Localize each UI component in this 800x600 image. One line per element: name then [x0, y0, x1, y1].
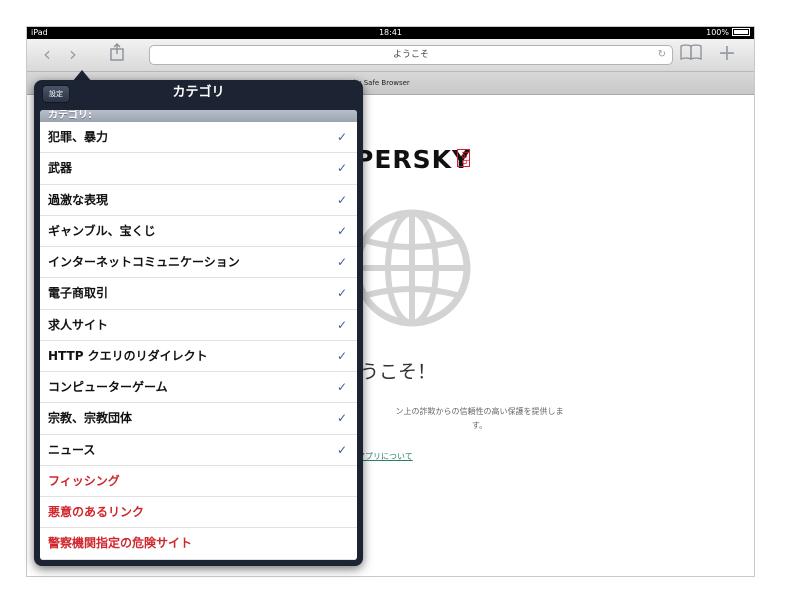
- checkmark-icon: ✓: [336, 223, 347, 238]
- category-row[interactable]: コンピューターゲーム ✓: [40, 372, 357, 404]
- checkmark-icon: ✓: [336, 442, 347, 457]
- bookmarks-icon-svg: [680, 44, 702, 60]
- globe-icon: [353, 209, 471, 327]
- share-icon-svg: [110, 43, 124, 61]
- category-label: インターネットコミュニケーション: [48, 255, 240, 269]
- back-icon[interactable]: ‹: [37, 43, 57, 65]
- checkmark-icon: ✓: [336, 317, 347, 332]
- welcome-description: ン上の詐欺からの信頼性の高い保護を提供しま す。: [357, 405, 602, 433]
- checkmark-icon: ✓: [336, 255, 347, 269]
- category-row[interactable]: HTTP クエリのリダイレクト ✓: [40, 341, 357, 372]
- description-line-1: ン上の詐欺からの信頼性の高い保護を提供しま: [395, 407, 564, 416]
- checkmark-icon: ✓: [336, 411, 347, 426]
- category-label: ギャンブル、宝くじ: [48, 223, 156, 238]
- battery-status: 100%: [706, 27, 750, 39]
- share-icon[interactable]: [107, 43, 127, 65]
- checkmark-icon: ✓: [336, 286, 347, 301]
- welcome-heading: うこそ！: [360, 361, 437, 383]
- checkmark-icon: ✓: [336, 192, 347, 207]
- url-text: ようこそ: [392, 50, 429, 60]
- category-row[interactable]: 求人サイト ✓: [40, 310, 357, 341]
- category-label: コンピューターゲーム: [48, 380, 168, 394]
- category-label: 武器: [48, 161, 73, 176]
- checkmark-icon: ✓: [336, 161, 347, 176]
- category-label: HTTP クエリのリダイレクト: [48, 348, 208, 363]
- category-row[interactable]: 武器 ✓: [40, 153, 357, 185]
- url-bar[interactable]: ようこそ ↻: [149, 45, 673, 65]
- category-row[interactable]: インターネットコミュニケーション ✓: [40, 247, 357, 279]
- category-label: フィッシング: [48, 473, 120, 488]
- battery-icon: [732, 28, 750, 36]
- category-label: 電子商取引: [48, 286, 109, 301]
- checkmark-icon: ✓: [336, 348, 347, 363]
- category-label: 犯罪、暴力: [48, 130, 109, 144]
- popover-header: 設定 カテゴリ: [34, 80, 363, 106]
- logo: PERSKY: [355, 145, 472, 174]
- category-popover: 設定 カテゴリ カテゴリ: 犯罪、暴力 ✓ 武器 ✓ 過激な表現 ✓ ギャンブル、宝くじ ✓ イ…: [34, 80, 363, 566]
- category-row[interactable]: 宗教、宗教団体 ✓: [40, 403, 357, 435]
- checkmark-icon: ✓: [336, 130, 347, 144]
- category-label: 悪意のあるリンク: [48, 505, 145, 519]
- category-row[interactable]: ギャンブル、宝くじ ✓: [40, 216, 357, 247]
- status-bar: iPad 18:41 100%: [27, 27, 754, 39]
- category-label: 過激な表現: [48, 192, 109, 207]
- category-row[interactable]: 過激な表現 ✓: [40, 185, 357, 216]
- new-tab-icon[interactable]: +: [715, 43, 739, 65]
- browser-toolbar: ‹ › ようこそ ↻ +: [27, 39, 754, 72]
- category-row[interactable]: ニュース ✓: [40, 435, 357, 466]
- category-label: 求人サイト: [48, 317, 109, 332]
- reload-icon[interactable]: ↻: [658, 46, 666, 64]
- category-row[interactable]: 警察機関指定の危険サイト: [40, 528, 357, 560]
- status-time: 18:41: [378, 28, 403, 37]
- category-list: カテゴリ: 犯罪、暴力 ✓ 武器 ✓ 過激な表現 ✓ ギャンブル、宝くじ ✓ インターネットコミ…: [40, 110, 357, 560]
- popover-title: カテゴリ: [172, 85, 225, 100]
- logo-lab: lab: [457, 149, 470, 167]
- checkmark-icon: ✓: [336, 380, 347, 394]
- description-line-2: す。: [471, 421, 488, 430]
- about-app-link[interactable]: アプリについて: [357, 451, 413, 462]
- category-row[interactable]: フィッシング: [40, 466, 357, 497]
- category-label: 警察機関指定の危険サイト: [48, 536, 193, 551]
- category-row[interactable]: 電子商取引 ✓: [40, 278, 357, 310]
- category-row[interactable]: 悪意のあるリンク: [40, 497, 357, 529]
- section-header: カテゴリ:: [40, 110, 357, 122]
- category-label: ニュース: [48, 442, 96, 457]
- forward-icon[interactable]: ›: [63, 43, 83, 65]
- battery-percent: 100%: [706, 28, 729, 37]
- category-row[interactable]: 犯罪、暴力 ✓: [40, 122, 357, 154]
- bookmarks-icon[interactable]: [679, 43, 703, 65]
- category-label: 宗教、宗教団体: [48, 411, 133, 426]
